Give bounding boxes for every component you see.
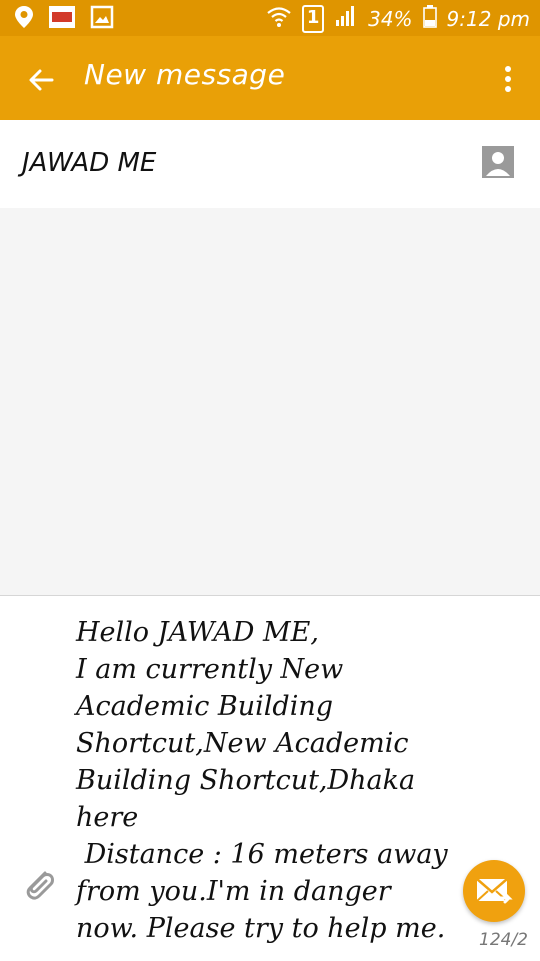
app-bar: New message xyxy=(0,36,540,120)
more-vert-icon[interactable] xyxy=(494,60,522,100)
battery-percent: 34% xyxy=(368,6,413,31)
location-icon xyxy=(14,5,34,33)
arrow-left-icon[interactable] xyxy=(22,60,62,100)
conversation-area xyxy=(0,208,540,595)
wifi-icon xyxy=(266,4,292,33)
paperclip-icon[interactable] xyxy=(18,864,60,906)
recipient-field[interactable]: JAWAD ME xyxy=(0,120,540,209)
send-mail-icon[interactable] xyxy=(463,860,525,922)
character-counter: 124/2 xyxy=(479,930,528,950)
status-bar: 1 34% 9:12 pm xyxy=(0,0,540,36)
sim-icon: 1 xyxy=(302,4,325,33)
contact-icon[interactable] xyxy=(482,146,514,178)
battery-icon xyxy=(422,4,437,33)
page-title: New message xyxy=(84,58,286,91)
gallery-icon xyxy=(90,5,114,33)
signal-icon xyxy=(334,4,358,33)
message-input[interactable]: Hello JAWAD ME, I am currently New Acade… xyxy=(76,614,456,947)
compose-area: Hello JAWAD ME, I am currently New Acade… xyxy=(0,595,540,961)
recipient-name: JAWAD ME xyxy=(22,148,157,178)
app-notification-icon xyxy=(48,5,76,33)
clock: 9:12 pm xyxy=(446,6,530,31)
